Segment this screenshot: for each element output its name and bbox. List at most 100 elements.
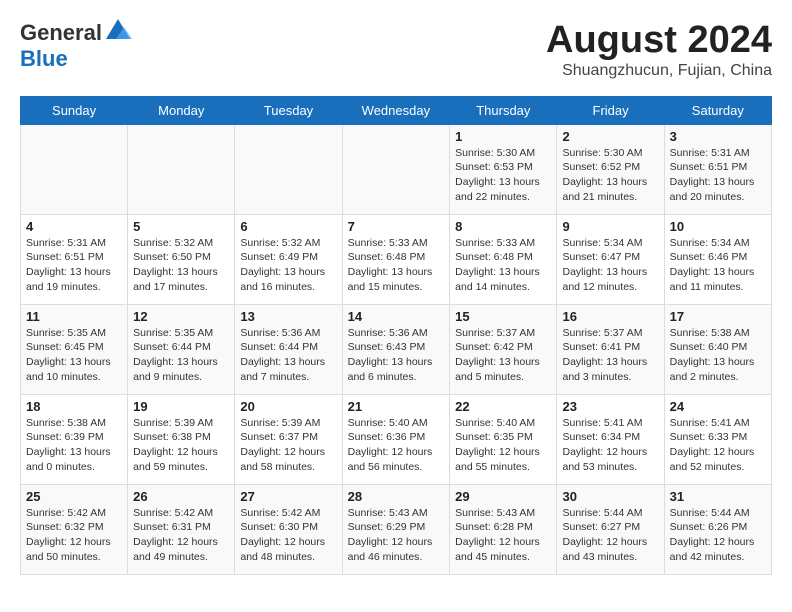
day-number: 11 (26, 309, 122, 324)
day-info: Sunrise: 5:42 AM Sunset: 6:31 PM Dayligh… (133, 506, 229, 565)
calendar-cell: 12 Sunrise: 5:35 AM Sunset: 6:44 PM Dayli… (128, 304, 235, 394)
logo-icon (104, 17, 132, 45)
calendar-cell: 18Sunrise: 5:38 AM Sunset: 6:39 PM Dayli… (21, 394, 128, 484)
calendar-header-row: SundayMondayTuesdayWednesdayThursdayFrid… (21, 96, 772, 124)
day-info: Sunrise: 5:31 AM Sunset: 6:51 PM Dayligh… (670, 146, 766, 205)
day-info: Sunrise: 5:38 AM Sunset: 6:40 PM Dayligh… (670, 326, 766, 385)
calendar-cell: 15 Sunrise: 5:37 AM Sunset: 6:42 PM Dayli… (450, 304, 557, 394)
calendar-cell (342, 124, 450, 214)
day-info: Sunrise: 5:40 AM Sunset: 6:36 PM Dayligh… (348, 416, 445, 475)
calendar-week-row: 4 Sunrise: 5:31 AM Sunset: 6:51 PM Daylig… (21, 214, 772, 304)
logo-blue-text: Blue (20, 46, 68, 72)
day-number: 15 (455, 309, 551, 324)
day-info: Sunrise: 5:34 AM Sunset: 6:47 PM Dayligh… (562, 236, 658, 295)
day-info: Sunrise: 5:31 AM Sunset: 6:51 PM Dayligh… (26, 236, 122, 295)
day-number: 28 (348, 489, 445, 504)
day-number: 16 (562, 309, 658, 324)
calendar-day-header: Monday (128, 96, 235, 124)
calendar-cell: 9 Sunrise: 5:34 AM Sunset: 6:47 PM Daylig… (557, 214, 664, 304)
calendar-cell: 7 Sunrise: 5:33 AM Sunset: 6:48 PM Daylig… (342, 214, 450, 304)
day-info: Sunrise: 5:40 AM Sunset: 6:35 PM Dayligh… (455, 416, 551, 475)
calendar-cell: 20Sunrise: 5:39 AM Sunset: 6:37 PM Dayli… (235, 394, 342, 484)
month-year-title: August 2024 (546, 20, 772, 62)
calendar-day-header: Saturday (664, 96, 771, 124)
day-number: 14 (348, 309, 445, 324)
calendar-cell: 4 Sunrise: 5:31 AM Sunset: 6:51 PM Daylig… (21, 214, 128, 304)
calendar-cell (21, 124, 128, 214)
calendar-day-header: Friday (557, 96, 664, 124)
day-number: 12 (133, 309, 229, 324)
day-info: Sunrise: 5:39 AM Sunset: 6:37 PM Dayligh… (240, 416, 336, 475)
calendar-cell: 10 Sunrise: 5:34 AM Sunset: 6:46 PM Dayli… (664, 214, 771, 304)
day-number: 10 (670, 219, 766, 234)
page-header: General Blue August 2024 Shuangzhucun, F… (20, 20, 772, 80)
calendar-cell: 8Sunrise: 5:33 AM Sunset: 6:48 PM Daylig… (450, 214, 557, 304)
day-number: 3 (670, 129, 766, 144)
day-number: 31 (670, 489, 766, 504)
calendar-cell: 13Sunrise: 5:36 AM Sunset: 6:44 PM Dayli… (235, 304, 342, 394)
day-info: Sunrise: 5:43 AM Sunset: 6:28 PM Dayligh… (455, 506, 551, 565)
day-number: 29 (455, 489, 551, 504)
day-number: 13 (240, 309, 336, 324)
day-info: Sunrise: 5:32 AM Sunset: 6:49 PM Dayligh… (240, 236, 336, 295)
calendar-day-header: Tuesday (235, 96, 342, 124)
day-info: Sunrise: 5:36 AM Sunset: 6:43 PM Dayligh… (348, 326, 445, 385)
calendar-cell: 2Sunrise: 5:30 AM Sunset: 6:52 PM Daylig… (557, 124, 664, 214)
day-number: 5 (133, 219, 229, 234)
calendar-week-row: 18Sunrise: 5:38 AM Sunset: 6:39 PM Dayli… (21, 394, 772, 484)
day-info: Sunrise: 5:37 AM Sunset: 6:42 PM Dayligh… (455, 326, 551, 385)
day-info: Sunrise: 5:35 AM Sunset: 6:45 PM Dayligh… (26, 326, 122, 385)
calendar-cell: 25Sunrise: 5:42 AM Sunset: 6:32 PM Dayli… (21, 484, 128, 574)
calendar-cell: 16 Sunrise: 5:37 AM Sunset: 6:41 PM Dayli… (557, 304, 664, 394)
calendar-cell: 24Sunrise: 5:41 AM Sunset: 6:33 PM Dayli… (664, 394, 771, 484)
logo: General Blue (20, 20, 132, 72)
day-info: Sunrise: 5:42 AM Sunset: 6:30 PM Dayligh… (240, 506, 336, 565)
day-number: 18 (26, 399, 122, 414)
day-number: 21 (348, 399, 445, 414)
location-subtitle: Shuangzhucun, Fujian, China (546, 62, 772, 80)
calendar-day-header: Sunday (21, 96, 128, 124)
day-number: 19 (133, 399, 229, 414)
day-info: Sunrise: 5:37 AM Sunset: 6:41 PM Dayligh… (562, 326, 658, 385)
calendar-cell: 6 Sunrise: 5:32 AM Sunset: 6:49 PM Daylig… (235, 214, 342, 304)
day-info: Sunrise: 5:30 AM Sunset: 6:52 PM Dayligh… (562, 146, 658, 205)
day-number: 6 (240, 219, 336, 234)
day-info: Sunrise: 5:43 AM Sunset: 6:29 PM Dayligh… (348, 506, 445, 565)
calendar-week-row: 11 Sunrise: 5:35 AM Sunset: 6:45 PM Dayli… (21, 304, 772, 394)
day-number: 24 (670, 399, 766, 414)
calendar-cell: 31Sunrise: 5:44 AM Sunset: 6:26 PM Dayli… (664, 484, 771, 574)
calendar-cell: 3 Sunrise: 5:31 AM Sunset: 6:51 PM Daylig… (664, 124, 771, 214)
calendar-day-header: Thursday (450, 96, 557, 124)
day-number: 9 (562, 219, 658, 234)
calendar-cell: 29 Sunrise: 5:43 AM Sunset: 6:28 PM Dayli… (450, 484, 557, 574)
calendar-cell: 22 Sunrise: 5:40 AM Sunset: 6:35 PM Dayli… (450, 394, 557, 484)
day-info: Sunrise: 5:33 AM Sunset: 6:48 PM Dayligh… (348, 236, 445, 295)
day-info: Sunrise: 5:30 AM Sunset: 6:53 PM Dayligh… (455, 146, 551, 205)
day-info: Sunrise: 5:41 AM Sunset: 6:34 PM Dayligh… (562, 416, 658, 475)
day-info: Sunrise: 5:32 AM Sunset: 6:50 PM Dayligh… (133, 236, 229, 295)
calendar-cell: 1Sunrise: 5:30 AM Sunset: 6:53 PM Daylig… (450, 124, 557, 214)
calendar-cell (128, 124, 235, 214)
calendar-cell: 17 Sunrise: 5:38 AM Sunset: 6:40 PM Dayli… (664, 304, 771, 394)
day-info: Sunrise: 5:44 AM Sunset: 6:27 PM Dayligh… (562, 506, 658, 565)
calendar-table: SundayMondayTuesdayWednesdayThursdayFrid… (20, 96, 772, 575)
calendar-cell (235, 124, 342, 214)
day-number: 17 (670, 309, 766, 324)
calendar-cell: 23Sunrise: 5:41 AM Sunset: 6:34 PM Dayli… (557, 394, 664, 484)
calendar-week-row: 25Sunrise: 5:42 AM Sunset: 6:32 PM Dayli… (21, 484, 772, 574)
calendar-day-header: Wednesday (342, 96, 450, 124)
calendar-cell: 28 Sunrise: 5:43 AM Sunset: 6:29 PM Dayli… (342, 484, 450, 574)
calendar-week-row: 1Sunrise: 5:30 AM Sunset: 6:53 PM Daylig… (21, 124, 772, 214)
day-info: Sunrise: 5:34 AM Sunset: 6:46 PM Dayligh… (670, 236, 766, 295)
day-number: 30 (562, 489, 658, 504)
day-number: 4 (26, 219, 122, 234)
calendar-cell: 14 Sunrise: 5:36 AM Sunset: 6:43 PM Dayli… (342, 304, 450, 394)
title-block: August 2024 Shuangzhucun, Fujian, China (546, 20, 772, 80)
calendar-cell: 30 Sunrise: 5:44 AM Sunset: 6:27 PM Dayli… (557, 484, 664, 574)
day-number: 22 (455, 399, 551, 414)
day-info: Sunrise: 5:35 AM Sunset: 6:44 PM Dayligh… (133, 326, 229, 385)
calendar-cell: 11 Sunrise: 5:35 AM Sunset: 6:45 PM Dayli… (21, 304, 128, 394)
day-number: 7 (348, 219, 445, 234)
day-number: 25 (26, 489, 122, 504)
day-number: 27 (240, 489, 336, 504)
